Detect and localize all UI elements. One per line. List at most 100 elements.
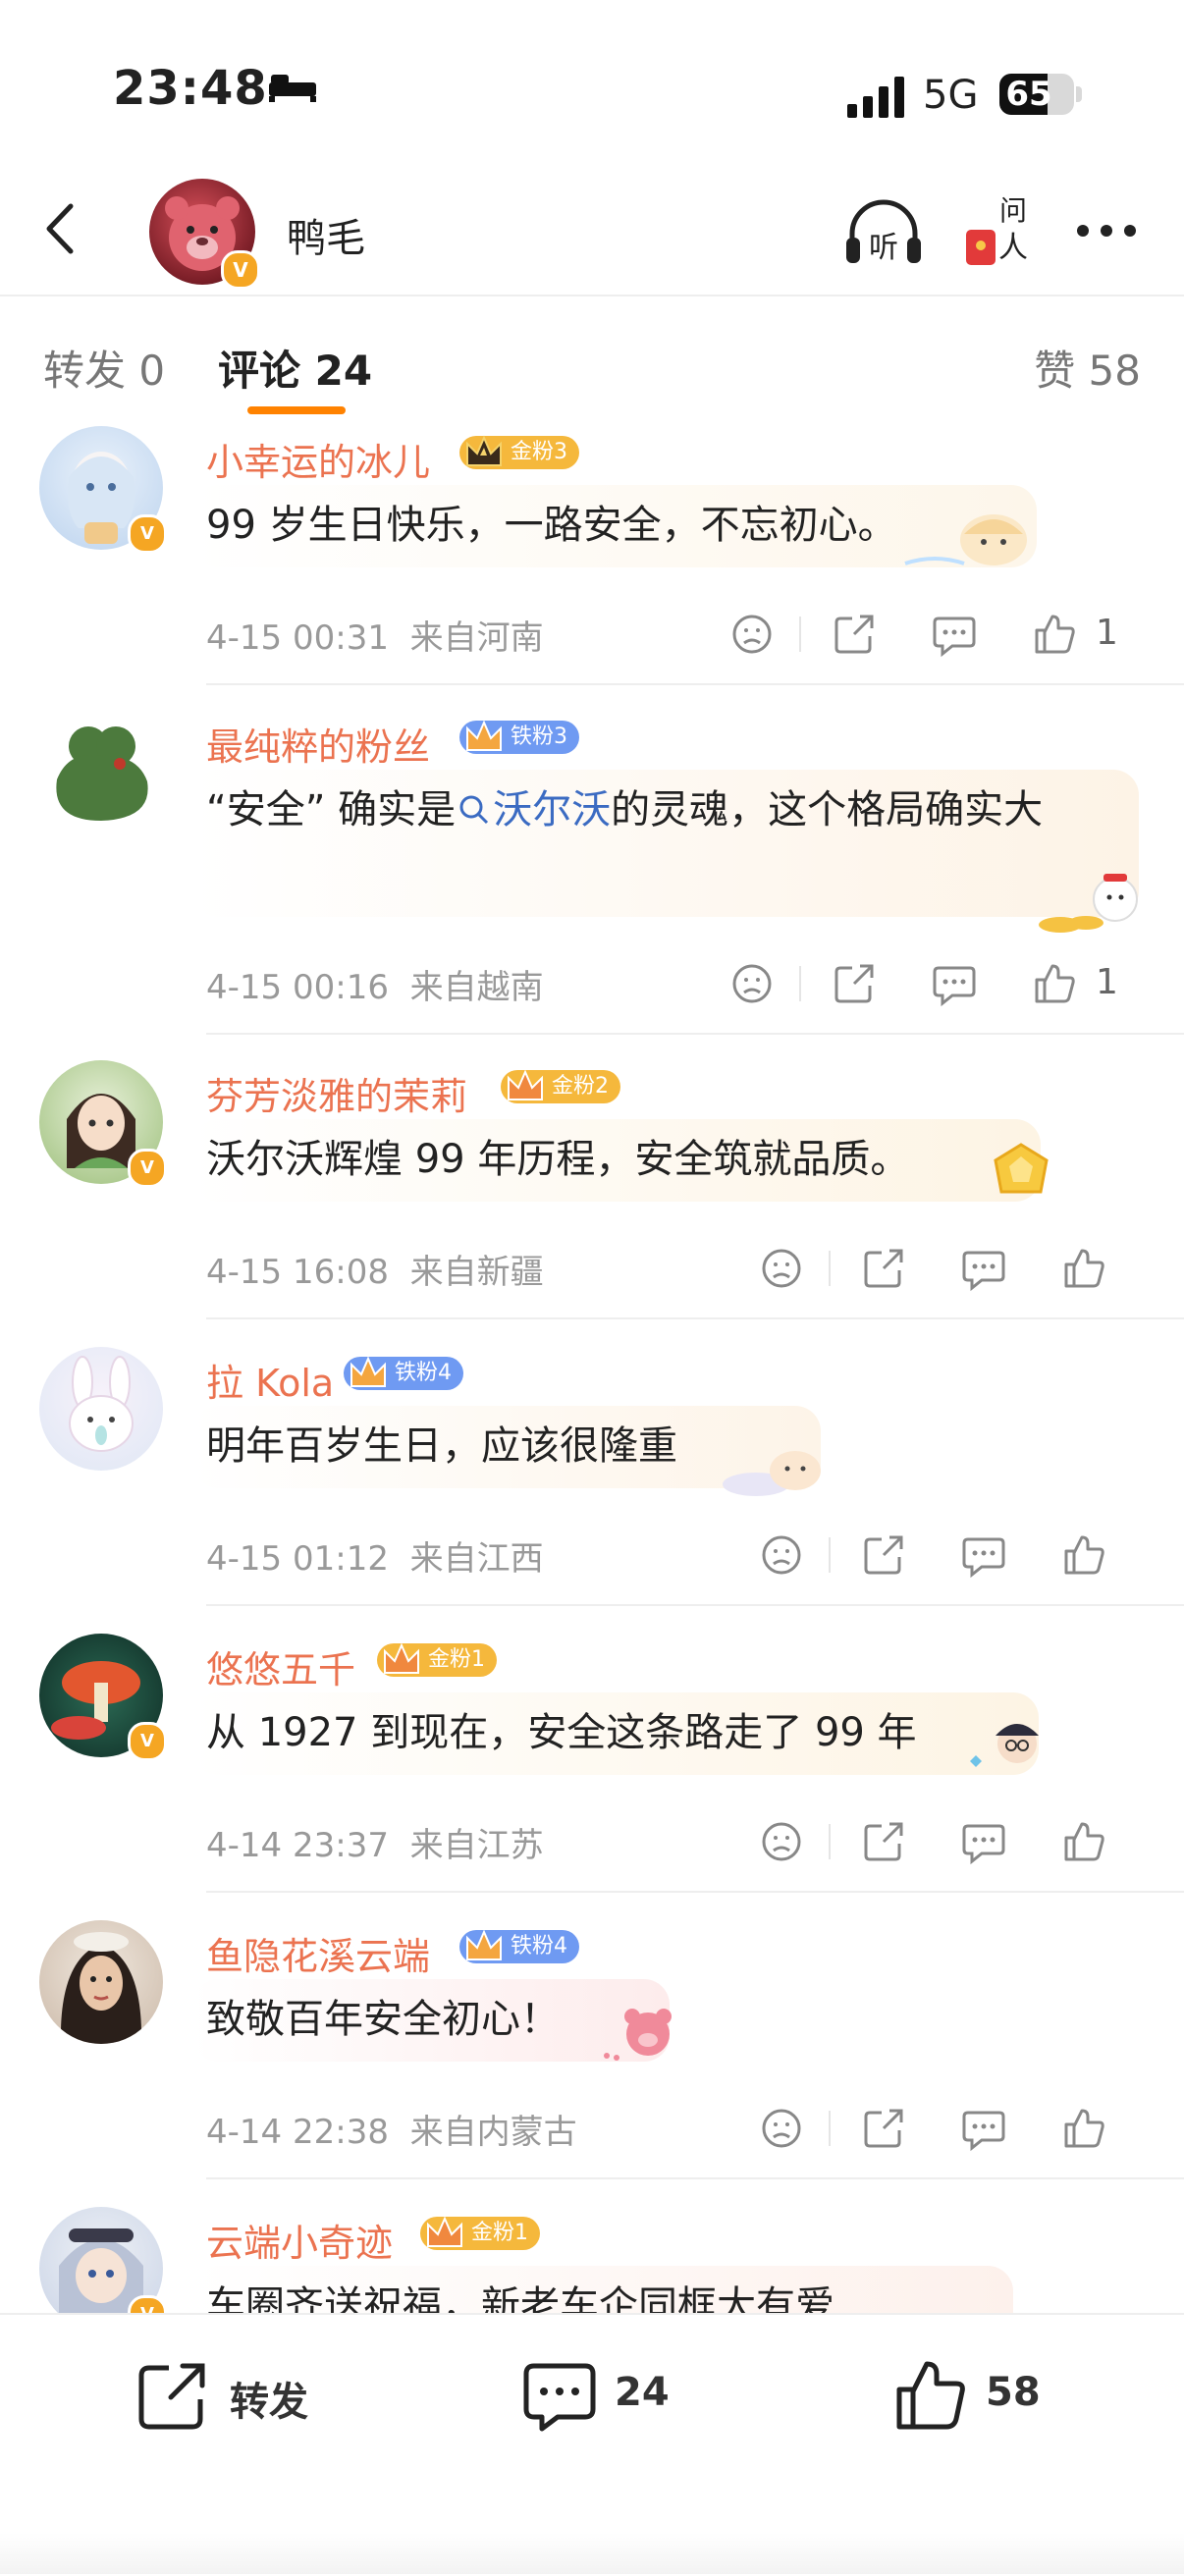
user-name[interactable]: 鸭毛	[287, 206, 365, 263]
thumbs-up-icon	[1064, 1535, 1104, 1575]
lucky-sticker-icon	[1039, 874, 1138, 933]
crown-icon	[427, 2216, 462, 2247]
fan-badge[interactable]: 金粉3	[459, 435, 579, 469]
comment-location: 来自河南	[409, 618, 544, 658]
share-arrow-icon	[834, 964, 874, 1003]
crown-icon	[384, 1642, 419, 1674]
reply-button[interactable]	[954, 1526, 1013, 1584]
repost-button[interactable]	[854, 1812, 913, 1871]
battery-cap	[1076, 86, 1082, 102]
action-divider	[829, 1824, 831, 1859]
comment-text-part: 的灵魂，这个格局确实大	[611, 787, 1044, 832]
fan-badge[interactable]: 金粉1	[377, 1642, 497, 1677]
frown-face-icon	[732, 964, 772, 1003]
frog-avatar-icon	[56, 726, 148, 821]
comment-text: 99 岁生日快乐，一路安全，不忘初心。	[206, 503, 897, 548]
crown-icon	[508, 1069, 543, 1100]
commenter-name[interactable]: 云端小奇迹	[206, 2213, 393, 2267]
comment-location: 来自新疆	[409, 1253, 544, 1292]
verified-badge: V	[221, 250, 260, 290]
search-icon	[459, 795, 489, 825]
reply-button[interactable]	[954, 2099, 1013, 2158]
tab-comments[interactable]: 评论 24	[218, 338, 372, 398]
status-time: 23:48	[113, 61, 268, 116]
comment-time: 4-14 23:37	[206, 1826, 389, 1865]
comment-time: 4-15 00:16	[206, 968, 389, 1007]
avatar[interactable]	[39, 1347, 163, 1471]
tab-likes[interactable]: 赞 58	[1034, 338, 1141, 398]
action-divider	[829, 1251, 831, 1286]
avatar[interactable]	[39, 711, 163, 834]
repost-button[interactable]	[825, 954, 884, 1013]
comment-actions	[752, 2099, 1184, 2158]
comment-bubble-icon	[962, 1824, 1005, 1865]
comment-divider	[206, 1604, 1184, 1606]
thumbs-up-icon	[1035, 615, 1075, 654]
comment-action[interactable]: 24	[514, 2315, 691, 2452]
headphones-listen-icon[interactable]: 听	[842, 196, 925, 269]
commenter-name[interactable]: 悠悠五千	[206, 1639, 355, 1693]
action-divider	[799, 966, 801, 1001]
frown-face-icon	[732, 615, 772, 654]
avatar[interactable]	[39, 1920, 163, 2044]
action-divider	[799, 617, 801, 652]
like-action[interactable]: 58	[886, 2315, 1062, 2452]
repost-button[interactable]	[854, 1526, 913, 1584]
more-dots-icon[interactable]	[1074, 206, 1139, 255]
comment-bubble-icon	[962, 2111, 1005, 2152]
commenter-name[interactable]: 芬芳淡雅的茉莉	[206, 1066, 467, 1120]
like-button[interactable]	[1025, 605, 1084, 664]
topic-link[interactable]: 沃尔沃	[456, 787, 611, 832]
dislike-button[interactable]	[723, 605, 781, 664]
comment-meta: 4-15 16:08 来自新疆	[206, 1245, 544, 1293]
fan-badge[interactable]: 铁粉4	[459, 1929, 579, 1963]
comment-text: 致敬百年安全初心！	[206, 1997, 560, 2042]
reply-button[interactable]	[925, 605, 984, 664]
chevron-left-icon[interactable]	[29, 194, 98, 263]
svg-text:人: 人	[998, 231, 1028, 265]
fan-badge[interactable]: 金粉1	[420, 2216, 540, 2250]
comment-time: 4-15 01:12	[206, 1539, 389, 1579]
commenter-name[interactable]: 最纯粹的粉丝	[206, 717, 430, 771]
frown-face-icon	[762, 2109, 801, 2148]
comment-meta: 4-15 01:12 来自江西	[206, 1531, 544, 1580]
commenter-name[interactable]: 鱼隐花溪云端	[206, 1926, 430, 1980]
comment-time: 4-14 22:38	[206, 2113, 389, 2152]
comment-text: 车圈齐送祝福，新老车企同框大有爱	[206, 2283, 834, 2315]
comment-location: 来自江苏	[409, 1826, 544, 1865]
repost-button[interactable]	[854, 2099, 913, 2158]
like-button[interactable]	[1054, 2099, 1113, 2158]
like-button[interactable]	[1025, 954, 1084, 1013]
reply-button[interactable]	[954, 1812, 1013, 1871]
frown-face-icon	[762, 1249, 801, 1288]
like-count: 1	[1096, 962, 1118, 1002]
repost-button[interactable]	[825, 605, 884, 664]
commenter-name[interactable]: 拉 Kola	[206, 1353, 334, 1407]
comment-text: 沃尔沃辉煌 99 年历程，安全筑就品质。	[206, 1137, 910, 1182]
like-button[interactable]	[1054, 1812, 1113, 1871]
dislike-button[interactable]	[752, 2099, 811, 2158]
comment-meta: 4-15 00:16 来自越南	[206, 960, 544, 1008]
reply-button[interactable]	[925, 954, 984, 1013]
tab-repost[interactable]: 转发 0	[43, 338, 165, 398]
comment-location: 来自江西	[409, 1539, 544, 1579]
repost-action[interactable]: 转发	[128, 2315, 363, 2452]
ask-person-icon[interactable]: 问 人	[960, 190, 1035, 273]
commenter-name[interactable]: 小幸运的冰儿	[206, 432, 430, 486]
dislike-button[interactable]	[752, 1239, 811, 1298]
dislike-button[interactable]	[752, 1812, 811, 1871]
fan-badge[interactable]: 铁粉3	[459, 720, 579, 754]
fan-badge[interactable]: 铁粉4	[344, 1356, 463, 1390]
like-button[interactable]	[1054, 1239, 1113, 1298]
reply-button[interactable]	[954, 1239, 1013, 1298]
fan-badge[interactable]: 金粉2	[501, 1069, 620, 1103]
thumbs-up-icon	[1064, 1822, 1104, 1861]
fan-badge-label: 铁粉3	[511, 724, 567, 749]
dislike-button[interactable]	[723, 954, 781, 1013]
repost-button[interactable]	[854, 1239, 913, 1298]
comment-location: 来自越南	[409, 968, 544, 1007]
frown-face-icon	[762, 1822, 801, 1861]
crown-icon	[466, 1929, 502, 1960]
dislike-button[interactable]	[752, 1526, 811, 1584]
like-button[interactable]	[1054, 1526, 1113, 1584]
